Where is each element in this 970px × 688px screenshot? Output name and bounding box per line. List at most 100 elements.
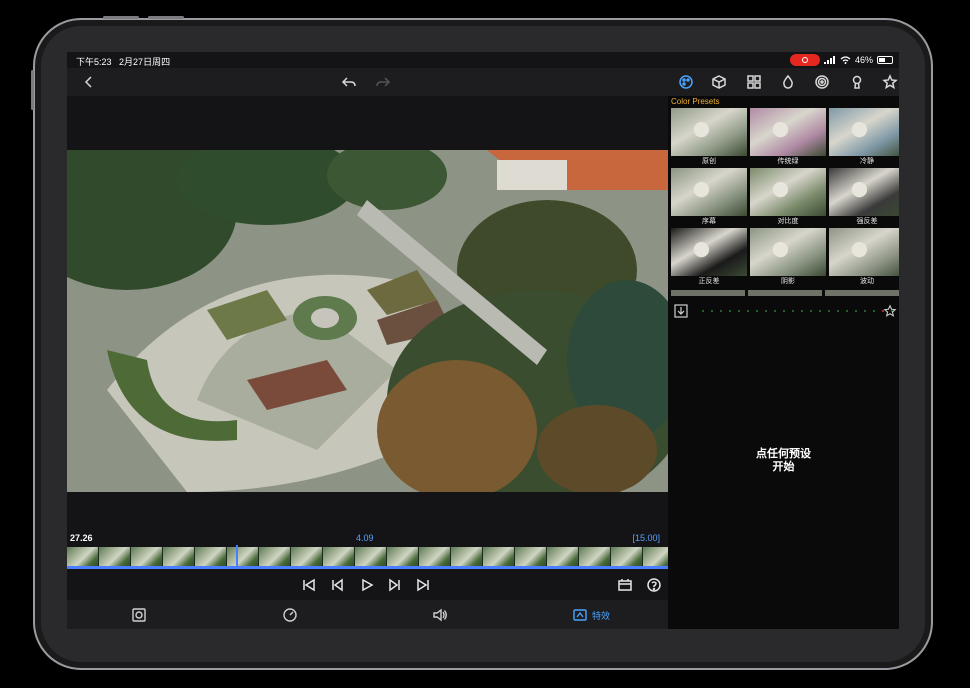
effects-icon	[573, 609, 587, 621]
volume-icon[interactable]	[432, 606, 448, 624]
page-dot[interactable]	[711, 310, 713, 312]
power-button	[31, 70, 34, 110]
spiral-icon[interactable]	[812, 72, 832, 92]
crop-icon[interactable]	[131, 606, 147, 624]
download-icon[interactable]	[674, 304, 688, 318]
filmstrip-frame	[259, 547, 291, 566]
speed-icon[interactable]	[282, 606, 298, 624]
page-dot[interactable]	[864, 310, 866, 312]
status-bar: 下午5:23 2月27日周四 46%	[67, 52, 899, 68]
page-dot[interactable]	[747, 310, 749, 312]
star-add-icon[interactable]	[883, 304, 897, 318]
color-presets-panel: Color Presets 原创 传统绿 冷静序幕 对比度 强反差正反差 阴影 波动 点任何…	[668, 96, 899, 629]
cube-icon[interactable]	[709, 72, 729, 92]
keyhole-icon[interactable]	[847, 72, 867, 92]
preset-label: 冷静	[829, 156, 899, 166]
drop-icon[interactable]	[778, 72, 798, 92]
page-dots[interactable]	[702, 310, 893, 312]
skip-start-icon[interactable]	[300, 576, 318, 594]
battery-icon	[877, 56, 893, 64]
preset-thumbnail	[671, 168, 747, 216]
page-dot[interactable]	[801, 310, 803, 312]
app-screen: 下午5:23 2月27日周四 46% 27.26 4.09 [15.00] 特效…	[67, 52, 899, 629]
preset-thumbnail	[671, 108, 747, 156]
status-time: 下午5:23 2月27日周四	[76, 57, 171, 67]
preset-thumbnail	[671, 228, 747, 276]
bottom-tabbar: 特效	[67, 600, 668, 629]
filmstrip-frame	[387, 547, 419, 566]
preset-label: 序幕	[671, 216, 747, 226]
page-dot[interactable]	[792, 310, 794, 312]
storyboard-icon[interactable]	[616, 576, 634, 594]
page-dot[interactable]	[765, 310, 767, 312]
filmstrip-frame	[355, 547, 387, 566]
timeline-labels: 27.26 4.09 [15.00]	[67, 533, 668, 545]
preset-tile[interactable]: 传统绿	[750, 108, 826, 166]
preset-row-peek	[671, 290, 899, 296]
filmstrip-frame	[195, 547, 227, 566]
grid-icon[interactable]	[744, 72, 764, 92]
preset-tile[interactable]: 正反差	[671, 228, 747, 286]
filmstrip-frame	[67, 547, 99, 566]
page-dot[interactable]	[873, 310, 875, 312]
effects-tab[interactable]: 特效	[572, 606, 610, 624]
star-icon[interactable]	[880, 72, 899, 92]
filmstrip-frame	[643, 547, 668, 566]
preset-label: 对比度	[750, 216, 826, 226]
recording-indicator[interactable]	[789, 54, 820, 66]
filmstrip-frame	[131, 547, 163, 566]
undo-icon[interactable]	[339, 72, 359, 92]
current-time: 27.26	[70, 533, 93, 543]
page-dot[interactable]	[855, 310, 857, 312]
timeline-filmstrip[interactable]	[67, 547, 668, 569]
page-dot[interactable]	[810, 310, 812, 312]
filmstrip-frame	[99, 547, 131, 566]
skip-end-icon[interactable]	[414, 576, 432, 594]
filmstrip-frame	[611, 547, 643, 566]
preset-tile[interactable]: 强反差	[829, 168, 899, 226]
step-forward-icon[interactable]	[386, 576, 404, 594]
preset-tile[interactable]: 冷静	[829, 108, 899, 166]
page-dot[interactable]	[774, 310, 776, 312]
playhead[interactable]	[236, 545, 238, 569]
page-dot[interactable]	[702, 310, 704, 312]
palette-icon[interactable]	[676, 72, 696, 92]
preset-tile[interactable]: 阴影	[750, 228, 826, 286]
page-dot[interactable]	[837, 310, 839, 312]
clip-duration: [15.00]	[632, 533, 660, 543]
filmstrip-frame	[291, 547, 323, 566]
video-preview[interactable]	[67, 150, 668, 492]
preset-thumbnail	[750, 108, 826, 156]
volume-down-button	[148, 16, 184, 19]
redo-icon[interactable]	[373, 72, 393, 92]
preset-tile[interactable]: 对比度	[750, 168, 826, 226]
preset-thumbnail	[829, 168, 899, 216]
panel-title: Color Presets	[671, 97, 720, 106]
preset-hint: 点任何预设 开始	[756, 448, 811, 473]
page-dot[interactable]	[738, 310, 740, 312]
effects-label: 特效	[592, 610, 611, 621]
filmstrip-frame	[547, 547, 579, 566]
preset-tile[interactable]: 原创	[671, 108, 747, 166]
preset-tile[interactable]: 序幕	[671, 168, 747, 226]
filmstrip-frame	[163, 547, 195, 566]
page-dot[interactable]	[828, 310, 830, 312]
page-dot[interactable]	[819, 310, 821, 312]
page-dot[interactable]	[729, 310, 731, 312]
step-back-icon[interactable]	[328, 576, 346, 594]
help-icon[interactable]	[645, 576, 663, 594]
top-toolbar	[67, 68, 899, 96]
page-dot[interactable]	[846, 310, 848, 312]
play-icon[interactable]	[358, 576, 376, 594]
preset-tile[interactable]: 波动	[829, 228, 899, 286]
filmstrip-frame	[323, 547, 355, 566]
back-icon[interactable]	[79, 72, 99, 92]
page-dot[interactable]	[756, 310, 758, 312]
page-dot[interactable]	[720, 310, 722, 312]
wifi-icon	[840, 56, 851, 64]
preset-label: 阴影	[750, 276, 826, 286]
page-dot[interactable]	[783, 310, 785, 312]
preset-label: 波动	[829, 276, 899, 286]
preset-label: 原创	[671, 156, 747, 166]
preset-label: 传统绿	[750, 156, 826, 166]
